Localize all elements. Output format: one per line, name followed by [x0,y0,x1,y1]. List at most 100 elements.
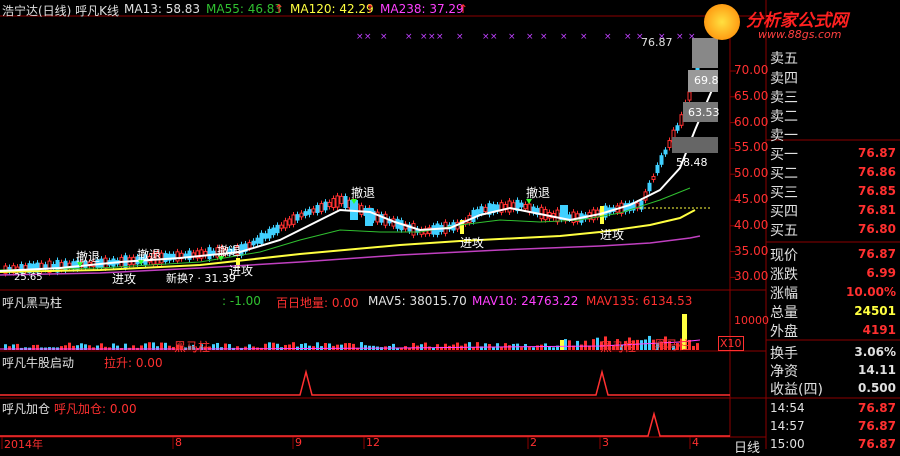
price-tick-label: 60.00 [734,114,769,129]
stat2-value: 0.500 [858,381,896,395]
stat-value: 4191 [862,323,896,337]
buy-level-price: 76.86 [858,165,896,179]
volume-bar [568,340,571,350]
period-tab[interactable]: 日线 [734,437,760,456]
tick-price: 76.87 [858,401,896,415]
attack-label-1: 进攻 [112,272,137,286]
candle-body [291,214,296,225]
buy-level-price: 76.81 [858,203,896,217]
candle-body [295,214,300,221]
price-tick-label: 30.00 [734,269,769,284]
price-tick-label: 35.00 [734,243,769,258]
stat2-label: 收益(四) [770,382,823,398]
x-marker-icon: × [604,32,612,42]
date-tick-label: 8 [175,436,182,449]
x-marker-icon: × [428,32,436,42]
candle-body [659,155,664,165]
volume-bars [4,314,699,350]
volume-baidiliang: 百日地量: 0.00 [276,296,359,310]
volume-bar [420,344,423,350]
volume-bar [288,344,291,350]
volume-bar [576,340,579,350]
volume-bar [508,345,511,350]
date-tick-label: 12 [366,436,380,449]
sell-level-label: 卖三 [770,90,798,106]
x-marker-icon: × [540,32,548,42]
ma55-arrow: ↑ [274,2,285,16]
candle-body [175,251,180,262]
x-marker-icon: × [508,32,516,42]
jiacang-value: 呼凡加仓: 0.00 [54,402,137,416]
volume-bar [552,347,555,350]
volume-bar [444,343,447,350]
volume-bar [580,344,583,350]
candle-body [275,224,280,234]
candlestick-series [3,64,700,277]
buy-level-label: 买三 [770,185,798,201]
x-marker-icon: × [456,32,464,42]
volume-bar [536,345,539,350]
stat-value: 24501 [854,304,896,318]
ma238-label: MA238: 37.29 [380,2,464,16]
volume-bar [644,339,647,350]
volume-bar [364,345,367,350]
buy-level-label: 买二 [770,166,798,182]
price-tick-label: 65.00 [734,88,769,103]
candle-body [163,253,168,263]
volume-bar [476,342,479,350]
volume-bar [500,347,503,350]
x-marker-icon: × [380,32,388,42]
volume-bar [344,343,347,350]
stat-value: 76.87 [858,247,896,261]
qidong-title: 呼凡牛股启动 [2,356,75,370]
stat-label: 总量 [770,305,798,321]
candle-body [255,237,260,244]
retreat-label-1: 撤退 [76,250,101,264]
volume-bar [424,342,427,350]
ma120-arrow: ↑ [365,2,376,16]
qidong-value: 拉升: 0.00 [104,356,163,370]
x10-badge[interactable]: X10 [718,336,744,351]
volume-axis-10000: 10000 [734,314,769,327]
date-tick-label: 3 [602,436,609,449]
buy-level-label: 买一 [770,147,798,163]
candle-body [335,195,340,208]
attack-label-2: 进攻 [229,264,254,278]
candle-body [383,213,388,226]
stat-label: 外盘 [770,324,798,340]
volume-bar [300,343,303,350]
volume-bar [596,337,599,350]
low-mid-label: 新换? · 31.39 [166,272,236,285]
x-marker-icon: × [676,32,684,42]
site-logo: 分析家公式网 www.88gs.com [700,4,900,44]
heima-label-1: 黑马柱 [174,340,211,354]
candle-body [507,200,512,213]
candle-body [319,203,324,212]
sell-level-label: 卖四 [770,71,798,87]
candle-body [267,228,272,239]
retreat-label-4: 撤退 [351,186,376,200]
candle-body [663,149,668,155]
stat2-value: 3.06% [854,345,896,359]
x-marker-icon: × [436,32,444,42]
date-tick-label: 2014年 [4,438,43,451]
x-marker-icon: × [405,32,413,42]
price-tick-label: 50.00 [734,166,769,181]
volume-bar [520,347,523,350]
volume-bar [304,343,307,350]
volume-bar [472,347,475,350]
volume-bar [436,344,439,350]
price-label-69: 69.8 [694,74,719,87]
candle-body [311,208,316,213]
date-axis [1,437,691,449]
candle-body [263,233,268,239]
volume-bar [468,342,471,350]
candle-body [283,220,288,229]
x-marker-icon: × [490,32,498,42]
heima-label-3: 黑马柱 [654,338,691,352]
candle-body [519,202,524,208]
x-marker-icon: × [560,32,568,42]
candle-body [539,206,544,220]
tick-time: 14:57 [770,419,805,433]
volume-bar [392,343,395,350]
